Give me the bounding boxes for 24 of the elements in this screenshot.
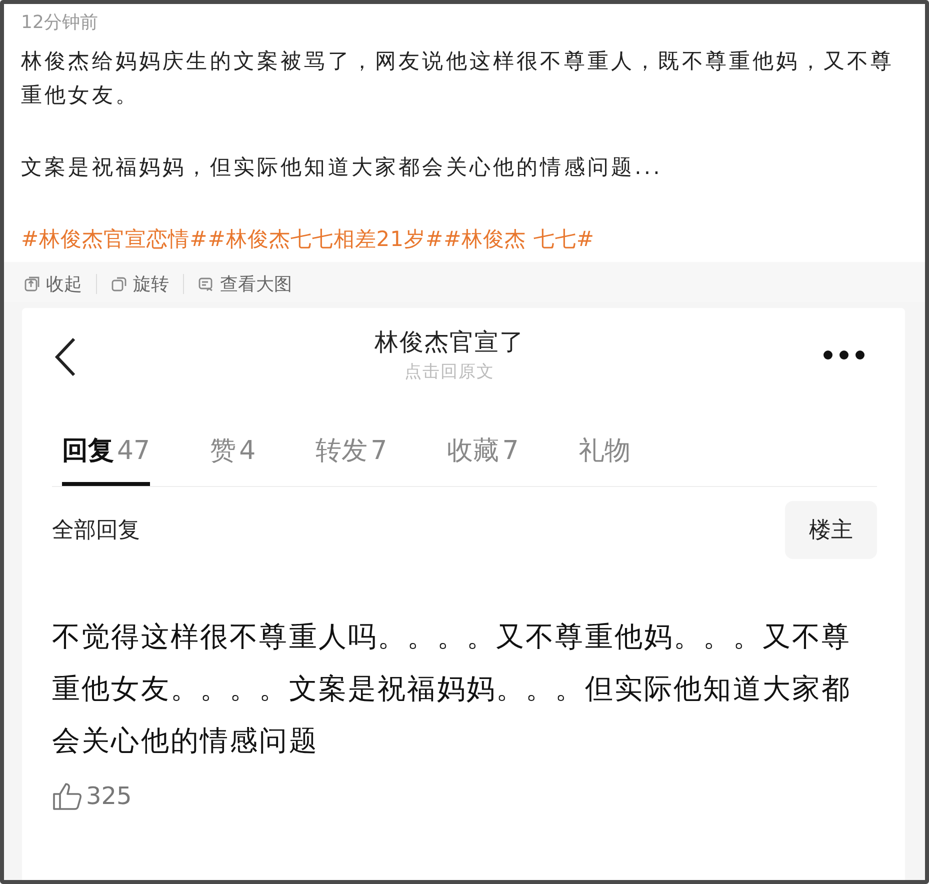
image-icon [198,276,214,292]
rotate-button[interactable]: 旋转 [107,270,173,298]
section-title: 全部回复 [52,517,140,545]
tab[interactable]: 赞4 [210,433,256,486]
filter-button[interactable]: 楼主 [785,501,877,559]
tab[interactable]: 礼物 [578,433,631,486]
post-text: 文案是祝福妈妈，但实际他知道大家都会关心他的情感问题... [21,154,664,181]
tab[interactable]: 收藏 7 [447,433,519,486]
comment-text: 不觉得这样很不尊重人吗。。。。又不尊重他妈。。。又不尊重他女友。。。。文案是祝福妈妈。。。但实际他知道大家都会关心他的情感问题 [52,619,852,759]
hashtag-link[interactable]: #林俊杰官宣恋情##林俊杰七七相差21岁##林俊杰 七七# [21,224,911,254]
rotate-icon [111,276,127,292]
thumbs-up-icon[interactable] [52,781,82,811]
like-count: 325 [86,782,132,810]
original-link[interactable]: 点击回原文 [76,360,823,383]
tab[interactable]: 转发 7 [316,433,388,486]
collapse-button[interactable]: 收起 [20,270,86,298]
zoom-button[interactable]: 查看大图 [194,270,296,298]
more-icon[interactable] [823,350,865,360]
post-time: 12分钟前 [21,11,99,35]
collapse-icon [24,276,40,292]
back-icon[interactable] [54,336,76,376]
post-text: 林俊杰给妈妈庆生的文案被骂了，网友说他这样很不尊重人，既不尊重他妈，又不尊重他女友。 [21,48,896,109]
tab[interactable]: 回复47 [62,433,150,486]
thread-title: 林俊杰官宣了 [374,327,526,358]
